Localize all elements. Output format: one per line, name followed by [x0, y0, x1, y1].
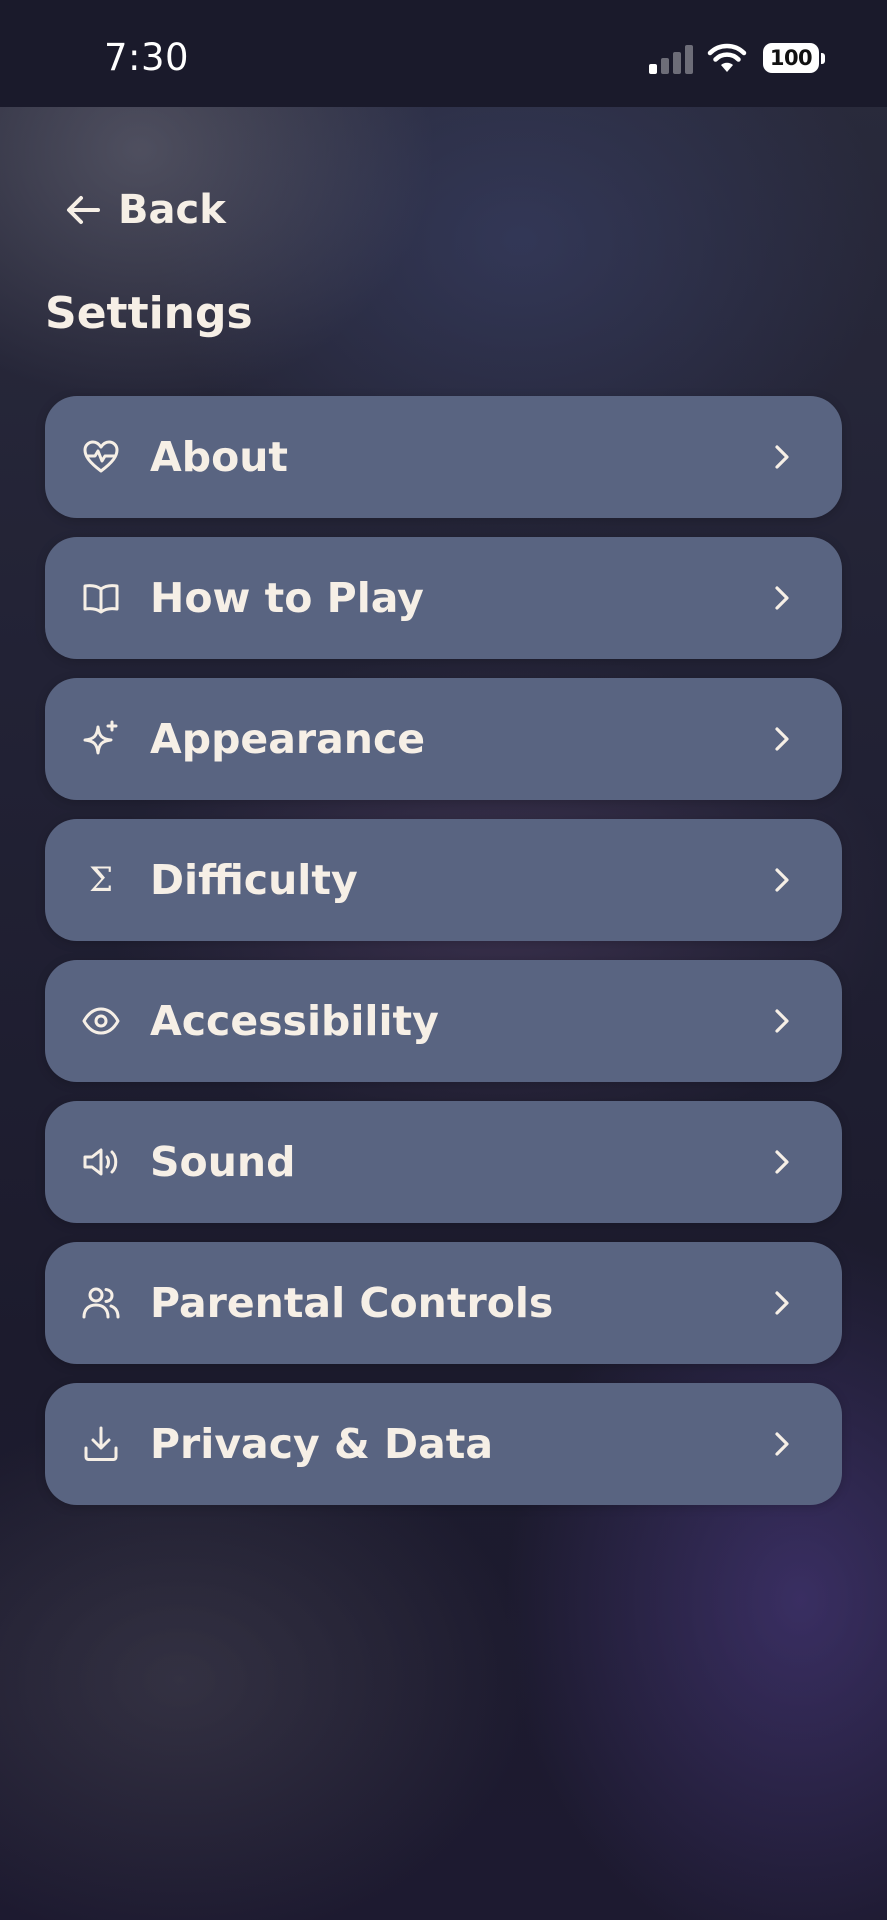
menu-item-label: Parental Controls [150, 1279, 554, 1327]
menu-item-label: Accessibility [150, 997, 439, 1045]
menu-item-how-to-play[interactable]: How to Play [45, 537, 842, 659]
sigma-icon: Σ [81, 860, 121, 900]
back-button[interactable]: Back [62, 180, 226, 240]
menu-item-about[interactable]: About [45, 396, 842, 518]
sparkles-icon [81, 719, 121, 759]
battery-icon: 100 [763, 43, 827, 75]
arrow-left-icon [67, 196, 100, 224]
menu-item-label: Privacy & Data [150, 1420, 494, 1468]
menu-item-privacy-data[interactable]: Privacy & Data [45, 1383, 842, 1505]
menu-item-sound[interactable]: Sound [45, 1101, 842, 1223]
chevron-right-icon [775, 1291, 789, 1315]
chevron-right-icon [775, 1432, 789, 1456]
battery-cap [821, 53, 825, 64]
menu-item-label: Difficulty [150, 856, 358, 904]
chevron-right-icon [775, 727, 789, 751]
chevron-right-icon [775, 445, 789, 469]
page-title: Settings [45, 288, 253, 339]
eye-icon [81, 1001, 121, 1041]
menu-item-label: About [150, 433, 289, 481]
wifi-icon [707, 42, 747, 74]
chevron-right-icon [775, 868, 789, 892]
settings-menu: About How to Play Appearance Σ Difficult… [45, 396, 842, 1524]
sigma-glyph: Σ [88, 860, 114, 900]
menu-item-parental-controls[interactable]: Parental Controls [45, 1242, 842, 1364]
status-bar: 7:30 100 [0, 0, 887, 107]
back-label: Back [118, 187, 226, 233]
status-time: 7:30 [104, 36, 190, 79]
menu-item-difficulty[interactable]: Σ Difficulty [45, 819, 842, 941]
book-open-icon [81, 578, 121, 618]
chevron-right-icon [775, 586, 789, 610]
app-screen: 7:30 100 Back Settings About How to Play… [0, 0, 887, 1920]
heart-pulse-icon [81, 437, 121, 477]
menu-item-label: Appearance [150, 715, 426, 763]
menu-item-label: Sound [150, 1138, 296, 1186]
speaker-icon [81, 1142, 121, 1182]
menu-item-label: How to Play [150, 574, 424, 622]
download-icon [81, 1424, 121, 1464]
chevron-right-icon [775, 1150, 789, 1174]
users-icon [81, 1283, 121, 1323]
menu-item-appearance[interactable]: Appearance [45, 678, 842, 800]
battery-level: 100 [763, 43, 819, 73]
menu-item-accessibility[interactable]: Accessibility [45, 960, 842, 1082]
chevron-right-icon [775, 1009, 789, 1033]
cellular-signal-icon [649, 44, 693, 74]
